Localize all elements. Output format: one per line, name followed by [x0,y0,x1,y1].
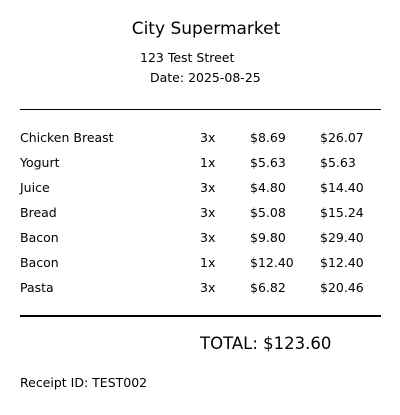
receipt-date-line: Date: 2025-08-25 [150,70,261,85]
item-line-total: $20.46 [320,280,364,295]
item-quantity: 3x [200,280,216,295]
item-name: Bread [20,205,57,220]
item-unit-price: $5.63 [250,155,286,170]
item-unit-price: $9.80 [250,230,286,245]
item-quantity: 1x [200,155,216,170]
item-name: Pasta [20,280,54,295]
item-quantity: 3x [200,230,216,245]
item-name: Bacon [20,255,59,270]
item-line-total: $15.24 [320,205,364,220]
line-item: Juice 3x $4.80 $14.40 [20,180,380,205]
line-item: Bread 3x $5.08 $15.24 [20,205,380,230]
item-unit-price: $6.82 [250,280,286,295]
line-item: Bacon 3x $9.80 $29.40 [20,230,380,255]
top-divider [20,109,381,110]
total-label: TOTAL: [200,334,258,353]
total-value: $123.60 [263,334,332,353]
item-quantity: 1x [200,255,216,270]
receipt: City Supermarket 123 Test Street Date: 2… [0,0,400,415]
item-line-total: $26.07 [320,130,364,145]
item-line-total: $29.40 [320,230,364,245]
line-item: Pasta 3x $6.82 $20.46 [20,280,380,305]
receipt-date: 2025-08-25 [188,70,261,85]
item-unit-price: $8.69 [250,130,286,145]
receipt-id-line: Receipt ID: TEST002 [20,375,147,390]
item-quantity: 3x [200,180,216,195]
line-item: Chicken Breast 3x $8.69 $26.07 [20,130,380,155]
bottom-divider [20,315,381,317]
item-name: Yogurt [20,155,60,170]
receipt-id: TEST002 [92,375,148,390]
item-line-total: $5.63 [320,155,356,170]
store-address: 123 Test Street [140,50,235,65]
item-name: Chicken Breast [20,130,114,145]
item-unit-price: $5.08 [250,205,286,220]
item-quantity: 3x [200,130,216,145]
line-item: Bacon 1x $12.40 $12.40 [20,255,380,280]
item-name: Bacon [20,230,59,245]
store-name: City Supermarket [131,19,281,39]
item-list: Chicken Breast 3x $8.69 $26.07 Yogurt 1x… [20,130,380,305]
item-quantity: 3x [200,205,216,220]
date-label: Date: [150,70,185,85]
item-unit-price: $12.40 [250,255,294,270]
line-item: Yogurt 1x $5.63 $5.63 [20,155,380,180]
item-line-total: $14.40 [320,180,364,195]
grand-total: TOTAL: $123.60 [200,334,331,354]
item-unit-price: $4.80 [250,180,286,195]
item-line-total: $12.40 [320,255,364,270]
receipt-id-label: Receipt ID: [20,375,89,390]
item-name: Juice [20,180,50,195]
